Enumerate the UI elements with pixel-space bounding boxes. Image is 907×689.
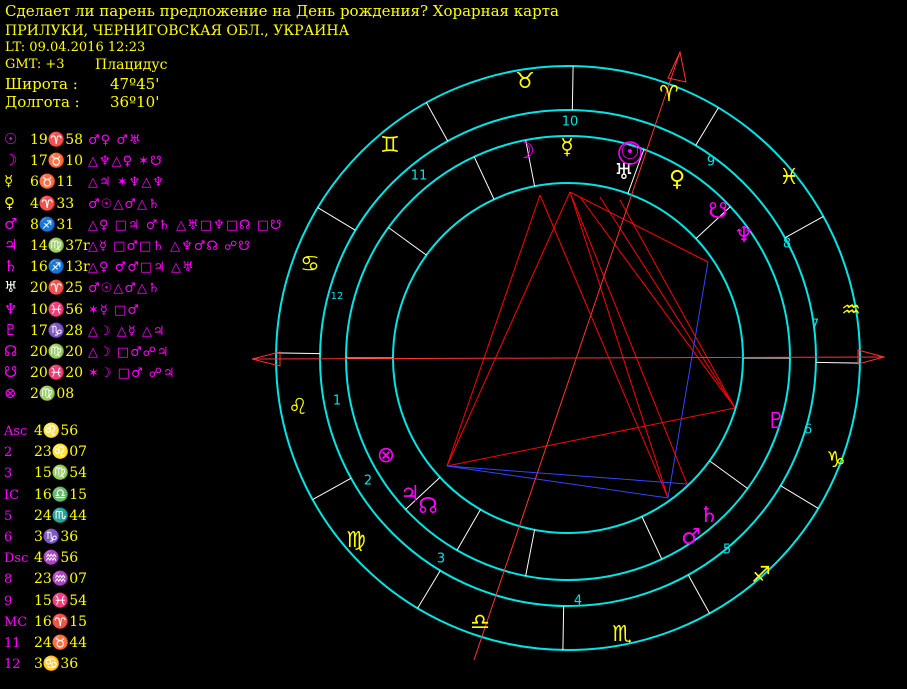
house-number: 7 — [811, 318, 819, 333]
sign-divider — [784, 215, 824, 239]
aspect-line — [539, 194, 669, 499]
aspect-line — [579, 196, 736, 409]
wheel-planet-icon: ☽ — [515, 139, 535, 164]
house-cusp-tick — [456, 509, 481, 551]
sign-virgo-icon: ♍ — [346, 528, 366, 553]
wheel-planet-icon: ☋ — [708, 199, 728, 224]
sign-scorpio-icon: ♏ — [612, 622, 632, 647]
aspect-line — [446, 465, 688, 485]
house-number: 3 — [437, 552, 445, 567]
mc-ic-axis — [473, 51, 681, 661]
sign-divider — [780, 485, 819, 509]
house-cusp-tick — [641, 516, 663, 560]
aspect-line — [446, 407, 736, 467]
sign-divider — [317, 207, 356, 231]
sign-divider — [695, 107, 719, 146]
sign-capricorn-icon: ♑ — [826, 448, 846, 473]
sign-aquarius-icon: ♒ — [841, 298, 861, 323]
house-number: 5 — [723, 543, 731, 558]
mc-arrow — [667, 50, 687, 83]
sign-aries-icon: ♈ — [659, 82, 679, 107]
house-cusp-tick — [388, 227, 427, 256]
sign-divider — [417, 570, 441, 609]
aspect-line — [446, 194, 541, 467]
house-number: 9 — [707, 155, 715, 170]
aspect-line — [569, 191, 688, 485]
wheel-planet-icon: ☊ — [418, 494, 438, 519]
aspect-line — [569, 191, 669, 499]
house-number: 1 — [333, 394, 341, 409]
house-cusp-tick — [525, 529, 536, 577]
house-number: 10 — [562, 115, 579, 130]
sign-divider — [815, 361, 860, 364]
sign-divider — [312, 477, 352, 501]
aspect-line — [619, 199, 736, 409]
sign-cancer-icon: ♋ — [300, 252, 320, 277]
sign-taurus-icon: ♉ — [515, 69, 535, 94]
wheel-planet-icon: ♆ — [734, 223, 754, 248]
house-number: 2 — [364, 474, 372, 489]
sign-divider — [687, 574, 711, 614]
aspect-line — [446, 191, 571, 467]
wheel-planet-icon: ♀ — [669, 167, 685, 192]
aspect-line — [569, 191, 709, 263]
house-cusp-tick — [473, 156, 495, 200]
house-cusp-tick — [709, 460, 748, 489]
house-number: 8 — [783, 237, 791, 252]
sign-divider — [571, 66, 574, 111]
sign-libra-icon: ♎ — [470, 610, 490, 635]
house-number: 4 — [574, 594, 582, 609]
sign-sagittarius-icon: ♐ — [751, 563, 771, 588]
wheel-planet-icon: ♃ — [400, 482, 420, 507]
house-number: 12 — [331, 291, 344, 302]
sign-divider — [425, 102, 449, 142]
sign-divider — [562, 605, 565, 650]
wheel-planet-icon: ♇ — [766, 409, 786, 434]
sign-gemini-icon: ♊ — [380, 133, 400, 158]
wheel-planet-icon: ♄ — [699, 503, 719, 528]
house-number: 11 — [411, 169, 428, 184]
aspect-line — [446, 465, 669, 499]
wheel-planet-icon: ♂ — [681, 525, 701, 550]
wheel-planet-icon: ☿ — [560, 135, 574, 160]
sign-leo-icon: ♌ — [288, 395, 308, 420]
aspect-lines — [446, 191, 736, 499]
horary-wheel: ♉♈♓♒♑♐♏♎♍♌♋♊ 109876543211211 ☽ ☿ ☉♅ ♀☋♆♇♄♂♃… — [251, 50, 886, 661]
sign-pisces-icon: ♓ — [779, 165, 799, 190]
sign-divider — [276, 352, 321, 355]
house-number: 6 — [804, 423, 812, 438]
wheel-planet-icon: ⊗ — [377, 443, 395, 468]
